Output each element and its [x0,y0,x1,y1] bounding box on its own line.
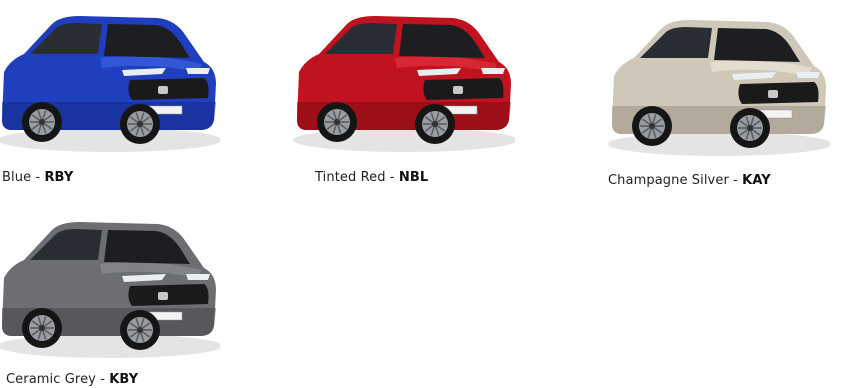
colour-caption: Champagne Silver - KAY [608,173,771,188]
colour-name: Champagne Silver [608,173,729,188]
badge-icon [453,86,463,94]
colour-code: NBL [398,170,429,185]
caption-separator: - [385,170,399,185]
headlight-right [186,274,210,280]
colour-option-tinted-red[interactable]: Tinted Red - NBL [285,0,535,195]
front-grille [423,78,504,100]
colour-code: KAY [742,173,771,188]
colour-name: Blue [2,170,32,185]
wheel-hub [137,327,143,333]
front-grille [128,78,209,100]
badge-icon [158,86,168,94]
caption-separator: - [95,372,110,387]
colour-caption: Ceramic Grey - KBY [6,372,138,387]
car-image [0,16,220,152]
colour-option-ceramic-grey[interactable]: Ceramic Grey - KBY [0,200,240,388]
badge-icon [768,90,778,98]
colour-name: Ceramic Grey [6,372,96,387]
wheel-hub [747,125,753,131]
car-image [0,222,220,358]
colour-caption: Blue - RBY [2,170,73,185]
colour-code: KBY [109,372,139,387]
headlight-right [796,72,820,78]
colour-code: RBY [44,170,74,185]
wheel-hub [649,123,655,129]
front-grille [738,82,819,104]
car-image [293,16,515,152]
colour-option-blue[interactable]: Blue - RBY [0,0,240,195]
wheel-hub [334,119,340,125]
colour-option-champagne-silver[interactable]: Champagne Silver - KAY [590,0,853,195]
wheel-hub [137,121,143,127]
wheel-hub [39,325,45,331]
colour-caption: Tinted Red - NBL [315,170,428,185]
caption-separator: - [31,170,45,185]
badge-icon [158,292,168,300]
headlight-right [186,68,210,74]
colour-name: Tinted Red [315,170,386,185]
wheel-hub [432,121,438,127]
front-grille [128,284,209,306]
wheel-hub [39,119,45,125]
car-image [608,20,830,156]
caption-separator: - [728,173,743,188]
headlight-right [481,68,505,74]
